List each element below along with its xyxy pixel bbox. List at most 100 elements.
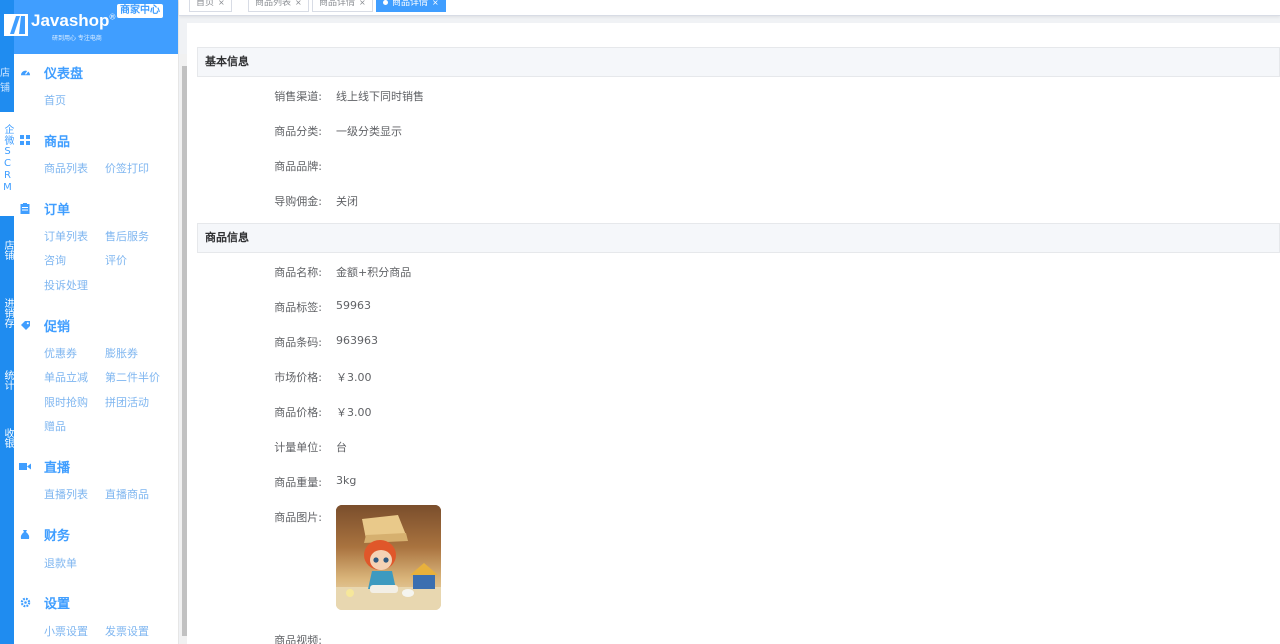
brand-tagline: 研到用心 专注电商 (52, 35, 102, 42)
detail-row-goods-video: 商品视频: (187, 632, 1280, 644)
menu-link-review[interactable]: 评价 (105, 252, 127, 268)
tab-goods-detail-active[interactable]: 商品详情 × (376, 0, 446, 12)
menu-group-live[interactable]: 直播 (14, 456, 70, 476)
detail-row-unit: 计量单位: 台 (187, 439, 1280, 455)
detail-row-brand: 商品品牌: (187, 158, 1280, 174)
menu-link-gift[interactable]: 赠品 (44, 418, 66, 434)
brand-header: Javashop® 研到用心 专注电商 商家中心 (4, 0, 178, 54)
app-rail: 店铺 企微SCRM 店铺 进销存 统计 收银 (0, 0, 14, 644)
tab-goods-list[interactable]: 商品列表 × (248, 0, 309, 12)
menu-link-flash-sale[interactable]: 限时抢购 (44, 394, 88, 410)
detail-row-barcode: 商品条码: 963963 (187, 334, 1280, 350)
sidebar: Javashop® 研到用心 专注电商 商家中心 仪表盘 首页 商品 商品列表 … (4, 0, 192, 644)
menu-link-invoice-settings[interactable]: 发票设置 (105, 623, 149, 639)
menu-group-goods[interactable]: 商品 (14, 130, 70, 150)
field-value: 963963 (336, 334, 378, 347)
rail-item-cashier[interactable]: 收银 (0, 428, 14, 448)
menu-link-goods-list[interactable]: 商品列表 (44, 160, 88, 176)
rail-item-scrm[interactable]: 企微SCRM (0, 112, 14, 216)
rail-item-store[interactable]: 店铺 (0, 66, 14, 96)
menu-link-refund[interactable]: 退款单 (44, 555, 77, 571)
tab-goods-detail[interactable]: 商品详情 × (312, 0, 373, 12)
rail-item-shop[interactable]: 店铺 (0, 240, 14, 260)
detail-row-goods-name: 商品名称: 金额+积分商品 (187, 264, 1280, 280)
rail-label: 店铺 (2, 240, 13, 260)
menu-link-live-list[interactable]: 直播列表 (44, 486, 88, 502)
menu-group-label: 设置 (44, 596, 71, 612)
menu-group-finance[interactable]: 财务 (14, 524, 70, 544)
field-label: 计量单位: (274, 441, 322, 454)
rail-label: 收银 (2, 428, 13, 448)
menu-link-coupon[interactable]: 优惠券 (44, 345, 77, 361)
detail-row-sales-channel: 销售渠道: 线上线下同时销售 (187, 88, 1280, 104)
rail-label: 统计 (2, 370, 13, 390)
grid-icon (19, 134, 31, 146)
field-label: 商品名称: (274, 266, 322, 279)
tab-label: 首页 (196, 0, 215, 8)
menu-link-after-sales[interactable]: 售后服务 (105, 228, 149, 244)
detail-row-commission: 导购佣金: 关闭 (187, 193, 1280, 209)
menu-link-single-discount[interactable]: 单品立减 (44, 369, 88, 385)
field-value: 金额+积分商品 (336, 266, 412, 279)
field-value: 一级分类显示 (336, 125, 402, 138)
goods-detail-panel: 基本信息 销售渠道: 线上线下同时销售 商品分类: 一级分类显示 商品品牌: 导… (187, 23, 1280, 644)
field-label: 商品图片: (274, 511, 322, 524)
javashop-logo-icon (4, 14, 28, 36)
menu-link-price-tag-print[interactable]: 价签打印 (105, 160, 149, 176)
tab-home[interactable]: 首页 × (189, 0, 232, 12)
close-icon[interactable]: × (295, 0, 302, 7)
menu-link-receipt-settings[interactable]: 小票设置 (44, 623, 88, 639)
field-value: 59963 (336, 299, 371, 312)
menu-group-dashboard[interactable]: 仪表盘 (14, 62, 83, 82)
tab-label: 商品详情 (319, 0, 356, 8)
rail-item-inventory[interactable]: 进销存 (0, 298, 14, 328)
menu-link-complaint[interactable]: 投诉处理 (44, 277, 88, 293)
menu-group-label: 直播 (44, 460, 71, 476)
menu-link-group-buy[interactable]: 拼团活动 (105, 394, 149, 410)
brand-name: Javashop® (31, 11, 116, 30)
clipboard-icon (19, 202, 31, 214)
product-image[interactable] (336, 505, 441, 610)
menu-group-promo[interactable]: 促销 (14, 315, 70, 335)
menu-group-settings[interactable]: 设置 (14, 592, 70, 612)
close-icon[interactable]: × (432, 0, 439, 7)
field-label: 商品品牌: (274, 160, 322, 173)
field-label: 商品重量: (274, 476, 322, 489)
close-icon[interactable]: × (218, 0, 225, 7)
field-value: ￥3.00 (336, 371, 372, 384)
detail-row-goods-price: 商品价格: ￥3.00 (187, 404, 1280, 420)
merchant-center-badge[interactable]: 商家中心 (117, 4, 163, 18)
menu-link-order-list[interactable]: 订单列表 (44, 228, 88, 244)
rail-item-stats[interactable]: 统计 (0, 370, 14, 390)
menu-link-expand-coupon[interactable]: 膨胀券 (105, 345, 138, 361)
menu-link-second-half[interactable]: 第二件半价 (105, 369, 160, 385)
field-label: 商品分类: (274, 125, 322, 138)
field-label: 商品标签: (274, 301, 322, 314)
field-value: 关闭 (336, 195, 358, 208)
field-value: 3kg (336, 474, 357, 487)
rail-label: 店铺 (0, 68, 10, 94)
close-icon[interactable]: × (359, 0, 366, 7)
video-camera-icon (19, 460, 31, 472)
brand-reg: ® (109, 12, 116, 22)
detail-row-market-price: 市场价格: ￥3.00 (187, 369, 1280, 385)
menu-group-label: 促销 (44, 319, 71, 335)
tag-icon (19, 319, 31, 331)
gear-icon (19, 596, 31, 608)
menu-link-home[interactable]: 首页 (44, 92, 66, 108)
field-value: 线上线下同时销售 (336, 90, 424, 103)
rail-label: 进销存 (2, 298, 13, 328)
tab-label: 商品列表 (255, 0, 292, 8)
menu-group-label: 订单 (44, 202, 71, 218)
field-label: 销售渠道: (274, 90, 322, 103)
detail-row-goods-tag: 商品标签: 59963 (187, 299, 1280, 315)
dashboard-icon (19, 66, 31, 78)
menu-group-orders[interactable]: 订单 (14, 198, 70, 218)
menu-link-consult[interactable]: 咨询 (44, 252, 66, 268)
menu-link-live-goods[interactable]: 直播商品 (105, 486, 149, 502)
tab-label: 商品详情 (392, 0, 429, 8)
field-value: 台 (336, 441, 347, 454)
field-label: 商品价格: (274, 406, 322, 419)
field-label: 市场价格: (274, 371, 322, 384)
section-header-basic: 基本信息 (197, 47, 1280, 77)
